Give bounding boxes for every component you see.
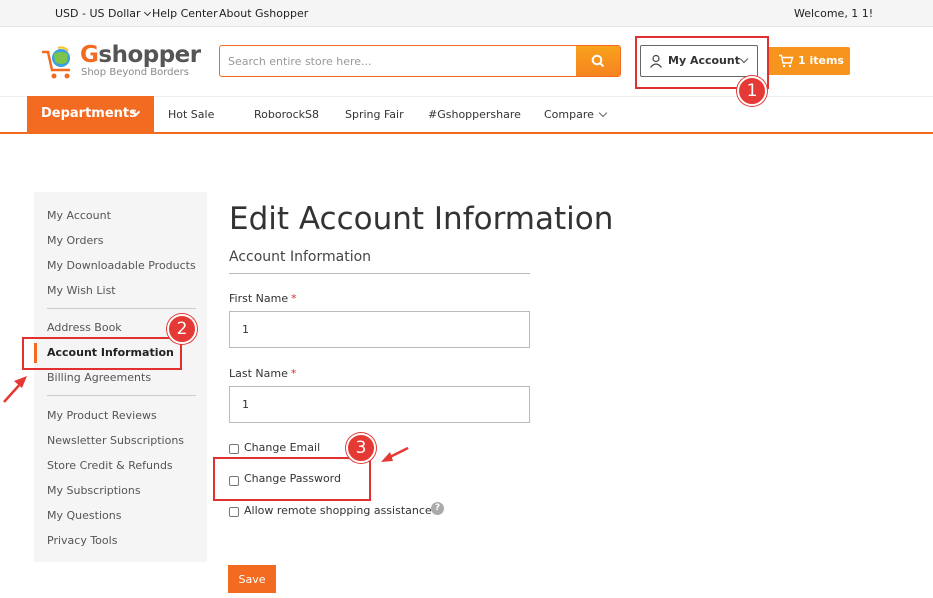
annotation-arrow-icon bbox=[381, 446, 409, 462]
account-sidebar: My Account My Orders My Downloadable Pro… bbox=[34, 192, 207, 562]
search-input[interactable] bbox=[220, 46, 576, 76]
section-divider bbox=[229, 273, 530, 274]
chevron-down-icon bbox=[598, 108, 608, 118]
nav-compare[interactable]: Compare bbox=[544, 108, 608, 121]
sidebar-item-wish-list[interactable]: My Wish List bbox=[47, 284, 116, 297]
sidebar-item-billing-agreements[interactable]: Billing Agreements bbox=[47, 371, 151, 384]
sidebar-divider bbox=[47, 395, 196, 396]
logo[interactable]: Gshopper Shop Beyond Borders bbox=[40, 40, 201, 82]
search-button[interactable] bbox=[576, 46, 620, 76]
change-email-label[interactable]: Change Email bbox=[244, 441, 320, 454]
departments-menu[interactable]: Departments bbox=[27, 96, 154, 134]
sidebar-item-subscriptions[interactable]: My Subscriptions bbox=[47, 484, 141, 497]
sidebar-item-my-orders[interactable]: My Orders bbox=[47, 234, 104, 247]
cart-button[interactable]: 1 items bbox=[768, 47, 850, 75]
change-email-checkbox[interactable] bbox=[229, 444, 239, 454]
nav-spring-fair[interactable]: Spring Fair bbox=[345, 108, 404, 121]
chevron-down-icon bbox=[143, 8, 151, 17]
logo-tagline: Shop Beyond Borders bbox=[81, 67, 189, 78]
annotation-step-3: 3 bbox=[346, 433, 376, 463]
last-name-input[interactable] bbox=[229, 386, 530, 423]
save-button[interactable]: Save bbox=[228, 565, 276, 593]
page-title: Edit Account Information bbox=[229, 201, 614, 237]
first-name-input[interactable] bbox=[229, 311, 530, 348]
sidebar-item-store-credit[interactable]: Store Credit & Refunds bbox=[47, 459, 173, 472]
sidebar-item-my-account[interactable]: My Account bbox=[47, 209, 111, 222]
help-icon[interactable]: ? bbox=[431, 502, 444, 515]
nav-roborock[interactable]: RoborockS8 bbox=[254, 108, 319, 121]
nav-hot-sale[interactable]: Hot Sale bbox=[168, 108, 214, 121]
nav-gshoppershare[interactable]: #Gshoppershare bbox=[428, 108, 521, 121]
welcome-text: Welcome, 1 1! bbox=[794, 7, 874, 20]
sidebar-divider bbox=[47, 308, 196, 309]
annotation-step-1: 1 bbox=[737, 76, 767, 106]
section-title: Account Information bbox=[229, 249, 372, 265]
nav-compare-label: Compare bbox=[544, 108, 594, 121]
cart-icon bbox=[779, 54, 794, 68]
annotation-arrow-icon bbox=[3, 376, 27, 403]
logo-wordmark: Gshopper bbox=[80, 42, 201, 68]
sidebar-item-address-book[interactable]: Address Book bbox=[47, 321, 122, 334]
sidebar-item-questions[interactable]: My Questions bbox=[47, 509, 121, 522]
departments-label: Departments bbox=[41, 106, 137, 121]
first-name-label: First Name * bbox=[229, 292, 297, 305]
cart-count: 1 items bbox=[798, 54, 844, 67]
remote-assistance-checkbox[interactable] bbox=[229, 507, 239, 517]
search-box bbox=[219, 45, 621, 77]
top-bar: USD - US Dollar Help Center About Gshopp… bbox=[0, 0, 933, 27]
sidebar-item-privacy-tools[interactable]: Privacy Tools bbox=[47, 534, 117, 547]
help-center-link[interactable]: Help Center bbox=[152, 7, 218, 20]
sidebar-item-newsletter[interactable]: Newsletter Subscriptions bbox=[47, 434, 184, 447]
about-link[interactable]: About Gshopper bbox=[219, 7, 308, 20]
currency-switcher[interactable]: USD - US Dollar bbox=[55, 7, 151, 20]
remote-assistance-label[interactable]: Allow remote shopping assistance bbox=[244, 504, 432, 517]
sidebar-item-product-reviews[interactable]: My Product Reviews bbox=[47, 409, 157, 422]
search-icon bbox=[591, 54, 605, 68]
annotation-box-account-info bbox=[22, 337, 182, 370]
annotation-box-change-password bbox=[213, 457, 371, 501]
sidebar-item-downloadable-products[interactable]: My Downloadable Products bbox=[47, 259, 196, 272]
last-name-label: Last Name * bbox=[229, 367, 297, 380]
annotation-step-2: 2 bbox=[167, 314, 197, 344]
cart-globe-icon bbox=[42, 46, 70, 79]
